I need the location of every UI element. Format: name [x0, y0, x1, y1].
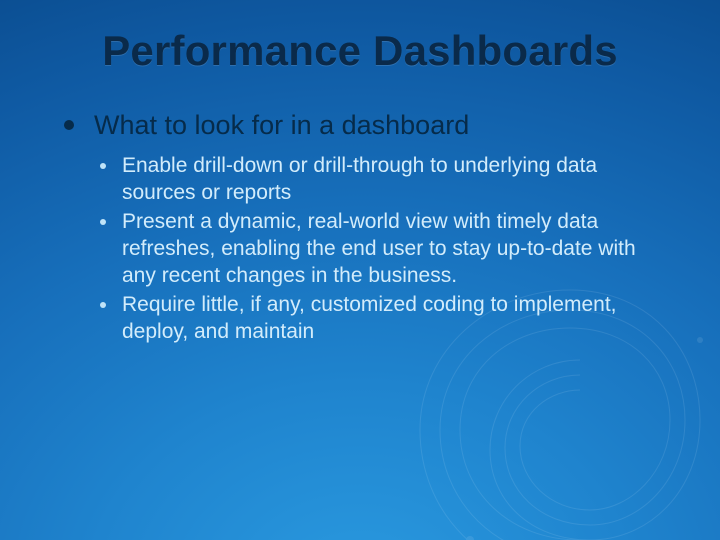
main-list-heading: What to look for in a dashboard — [94, 108, 672, 143]
slide-title: Performance Dashboards — [48, 28, 672, 74]
slide: Performance Dashboards What to look for … — [0, 0, 720, 540]
sub-list-text: Present a dynamic, real-world view with … — [122, 210, 636, 287]
bullet-icon — [100, 163, 106, 169]
sub-list: Enable drill-down or drill-through to un… — [100, 153, 672, 345]
bullet-icon — [100, 302, 106, 308]
sub-list-text: Require little, if any, customized codin… — [122, 293, 617, 343]
sub-list-item: Enable drill-down or drill-through to un… — [100, 153, 672, 207]
sub-list-item: Require little, if any, customized codin… — [100, 292, 672, 346]
sub-list-text: Enable drill-down or drill-through to un… — [122, 154, 597, 204]
bullet-icon — [64, 120, 74, 130]
main-list-item: What to look for in a dashboard Enable d… — [64, 108, 672, 345]
bullet-icon — [100, 219, 106, 225]
main-list: What to look for in a dashboard Enable d… — [64, 108, 672, 345]
sub-list-item: Present a dynamic, real-world view with … — [100, 209, 672, 290]
